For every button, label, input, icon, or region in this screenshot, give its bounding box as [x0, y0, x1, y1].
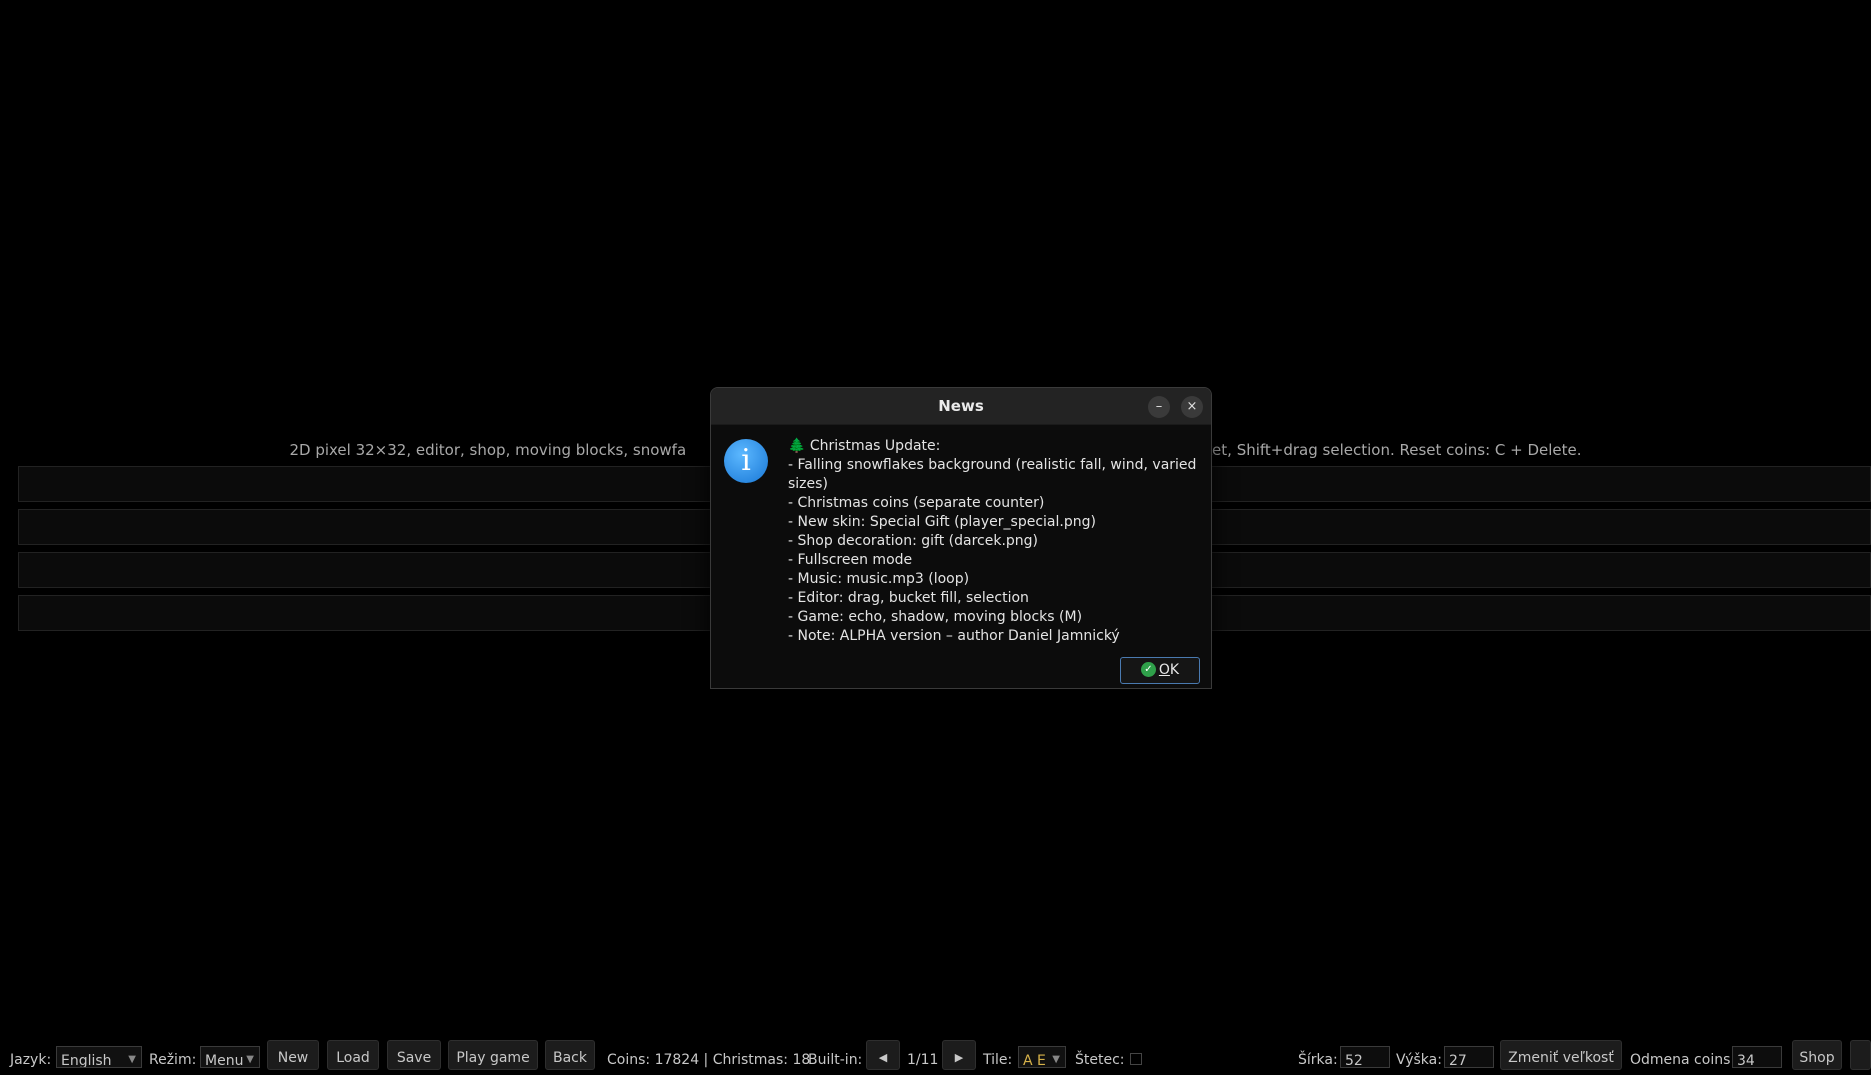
coins-counter: Coins: 17824 | Christmas: 18 — [607, 1052, 811, 1068]
next-level-button[interactable]: ▶ — [942, 1040, 976, 1070]
ok-label-underlined: O — [1158, 662, 1170, 678]
news-line-4: - Shop decoration: gift (darcek.png) — [788, 533, 1038, 549]
reward-input[interactable]: 34 — [1732, 1046, 1782, 1068]
prev-level-button[interactable]: ◀ — [866, 1040, 900, 1070]
width-input[interactable]: 52 — [1340, 1046, 1390, 1068]
language-label: Jazyk: — [10, 1052, 52, 1068]
bottom-toolbar: Jazyk: English ▼ Režim: Menu ▼ New Load Sa… — [0, 1040, 1871, 1070]
brush-checkbox[interactable] — [1130, 1053, 1142, 1065]
brush-label: Štetec: — [1075, 1052, 1125, 1068]
language-select[interactable]: English ▼ — [56, 1046, 142, 1068]
mode-label: Režim: — [149, 1052, 197, 1068]
tile-label: Tile: — [983, 1052, 1013, 1068]
toolbar-overflow-button[interactable] — [1850, 1040, 1871, 1070]
news-line-6: - Music: music.mp3 (loop) — [788, 571, 970, 587]
shop-button[interactable]: Shop — [1792, 1040, 1842, 1070]
check-icon: ✓ — [1140, 661, 1156, 677]
play-game-button[interactable]: Play game — [448, 1040, 538, 1070]
ok-label-rest: K — [1169, 662, 1180, 678]
news-line-2: - Christmas coins (separate counter) — [788, 495, 1045, 511]
save-button[interactable]: Save — [387, 1040, 441, 1070]
width-label: Šírka: — [1298, 1052, 1338, 1068]
dialog-title: News — [938, 397, 984, 415]
dialog-header: News – × — [711, 388, 1211, 425]
news-line-8: - Game: echo, shadow, moving blocks (M) — [788, 609, 1083, 625]
ok-button[interactable]: ✓ OK — [1120, 657, 1200, 684]
news-line-9: - Note: ALPHA version – author Daniel Ja… — [788, 628, 1120, 644]
level-page: 1/11 — [907, 1052, 939, 1068]
news-line-7: - Editor: drag, bucket fill, selection — [788, 590, 1029, 606]
height-input[interactable]: 27 — [1444, 1046, 1494, 1068]
news-heading: 🌲 Christmas Update: — [788, 438, 941, 454]
reward-label: Odmena coins: — [1630, 1052, 1736, 1068]
description-right: ucket, Shift+drag selection. Reset coins… — [1186, 441, 1582, 459]
tile-select[interactable]: A E ▼ — [1018, 1046, 1066, 1068]
news-line-3: - New skin: Special Gift (player_special… — [788, 514, 1096, 530]
mode-select[interactable]: Menu ▼ — [200, 1046, 260, 1068]
height-label: Výška: — [1396, 1052, 1442, 1068]
info-icon: i — [724, 439, 768, 483]
resize-button[interactable]: Zmeniť veľkosť — [1500, 1040, 1622, 1070]
news-dialog: News – × i 🌲 Christmas Update: - Falling… — [710, 387, 1212, 689]
minimize-icon[interactable]: – — [1148, 396, 1170, 418]
tree-icon: 🌲 — [788, 438, 806, 454]
new-button[interactable]: New — [267, 1040, 319, 1070]
news-line-5: - Fullscreen mode — [788, 552, 913, 568]
back-button[interactable]: Back — [545, 1040, 595, 1070]
builtin-label: Built-in: — [808, 1052, 863, 1068]
load-button[interactable]: Load — [327, 1040, 379, 1070]
close-icon[interactable]: × — [1181, 396, 1203, 418]
news-line-1: - Falling snowflakes background (realist… — [788, 457, 1197, 492]
news-message: 🌲 Christmas Update: - Falling snowflakes… — [788, 437, 1198, 646]
description-left: 2D pixel 32×32, editor, shop, moving blo… — [289, 441, 687, 459]
